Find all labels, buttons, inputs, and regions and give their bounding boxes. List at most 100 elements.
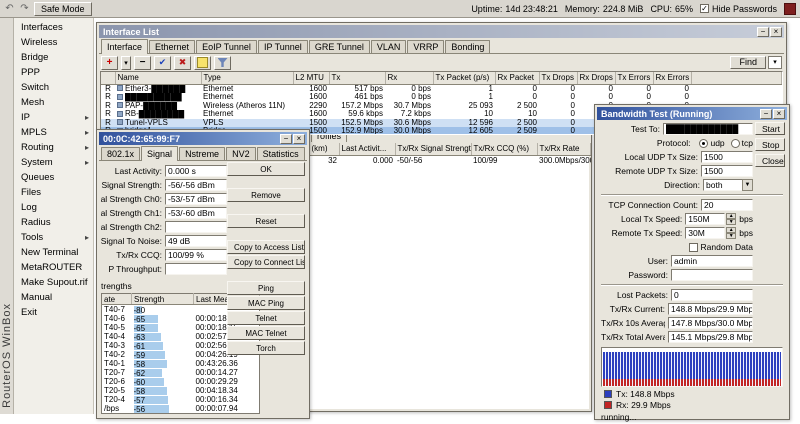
column-header[interactable]: Tx (329, 72, 385, 84)
telnet-button[interactable]: Telnet (227, 311, 305, 325)
local-tx-speed-input[interactable]: 150M (685, 213, 725, 225)
ok-button[interactable]: OK (227, 162, 305, 176)
mac-ping-button[interactable]: MAC Ping (227, 296, 305, 310)
tab-gre-tunnel[interactable]: GRE Tunnel (309, 40, 370, 53)
menu-item-ip[interactable]: IP ▸ (14, 110, 93, 125)
bandwidth-titlebar[interactable]: Bandwidth Test (Running) − × (597, 107, 787, 120)
col-strength[interactable]: Strength (132, 294, 194, 305)
interface-list-titlebar[interactable]: Interface List − × (99, 25, 784, 38)
col-km[interactable]: (km) (309, 143, 339, 155)
tcp-count-input[interactable]: 20 (701, 199, 753, 211)
enable-icon[interactable]: ✔ (154, 56, 171, 70)
ping-button[interactable]: Ping (227, 281, 305, 295)
tab-bonding[interactable]: Bonding (445, 40, 490, 53)
direction-select[interactable]: both (703, 179, 743, 191)
tab-nv2[interactable]: NV2 (226, 147, 256, 160)
menu-item-mpls[interactable]: MPLS ▸ (14, 125, 93, 140)
col-last-activity[interactable]: Last Activit... (339, 143, 395, 155)
stop-button[interactable]: Stop (755, 138, 785, 151)
tab-signal[interactable]: Signal (141, 146, 178, 161)
menu-item-mesh[interactable]: Mesh (14, 95, 93, 110)
menu-item-files[interactable]: Files (14, 185, 93, 200)
udp-radio[interactable] (699, 139, 708, 148)
safe-mode-button[interactable]: Safe Mode (34, 2, 92, 16)
minimize-button[interactable]: − (280, 134, 292, 144)
menu-item-ppp[interactable]: PPP (14, 65, 93, 80)
menu-item-wireless[interactable]: Wireless (14, 35, 93, 50)
comment-icon[interactable] (194, 56, 211, 70)
menu-item-make-supout[interactable]: Make Supout.rif (14, 275, 93, 290)
close-button[interactable]: × (773, 109, 785, 119)
menu-item-queues[interactable]: Queues (14, 170, 93, 185)
column-header[interactable]: Rx Packet (495, 72, 539, 84)
remote-tx-speed-spinner[interactable]: ▲▼ (726, 227, 736, 239)
strength-row[interactable]: T20-5 -58 00:04:18.34 (102, 386, 260, 395)
column-header[interactable]: Rx Errors (653, 72, 691, 84)
tab-vlan[interactable]: VLAN (371, 40, 407, 53)
add-icon[interactable]: + (101, 56, 118, 70)
mac-telnet-button[interactable]: MAC Telnet (227, 326, 305, 340)
menu-item-exit[interactable]: Exit (14, 305, 93, 320)
remote-tx-speed-input[interactable]: 30M (685, 227, 725, 239)
interface-row[interactable]: R ██████████ Ethernet 1600 461 bps 0 bps… (101, 93, 782, 102)
column-header[interactable]: Tx Errors (615, 72, 653, 84)
reset-button[interactable]: Reset (227, 214, 305, 228)
find-button[interactable]: Find (730, 56, 766, 69)
remove-icon[interactable]: − (134, 56, 151, 70)
column-header[interactable]: Tx Packet (p/s) (433, 72, 495, 84)
direction-dropdown-icon[interactable]: ▼ (742, 179, 753, 191)
password-input[interactable] (671, 269, 753, 281)
disable-icon[interactable]: ✖ (174, 56, 191, 70)
strength-row[interactable]: T20-6 -60 00:00:29.29 (102, 377, 260, 386)
column-header[interactable]: Rx Drops (577, 72, 615, 84)
col-rate[interactable]: ate (102, 294, 132, 305)
remove-button[interactable]: Remove (227, 188, 305, 202)
undo-icon[interactable]: ↶ (4, 3, 15, 14)
col-rate[interactable]: Tx/Rx Rate (537, 143, 591, 155)
column-header[interactable] (101, 72, 115, 84)
tab-ethernet[interactable]: Ethernet (149, 40, 195, 53)
tab-vrrp[interactable]: VRRP (407, 40, 444, 53)
strength-row[interactable]: T40-1 -58 00:43:26.36 (102, 359, 260, 368)
col-ccq[interactable]: Tx/Rx CCQ (%) (471, 143, 537, 155)
redo-icon[interactable]: ↷ (19, 3, 30, 14)
tab-statistics[interactable]: Statistics (257, 147, 305, 160)
copy-access-list-button[interactable]: Copy to Access List (227, 240, 305, 254)
local-tx-speed-spinner[interactable]: ▲▼ (726, 213, 736, 225)
strength-row[interactable]: /bps -56 00:00:07.94 (102, 404, 260, 414)
tab-8021x[interactable]: 802.1x (101, 147, 140, 160)
minimize-button[interactable]: − (757, 27, 769, 37)
random-data-checkbox[interactable] (689, 243, 698, 252)
user-input[interactable]: admin (671, 255, 753, 267)
tab-eoip-tunnel[interactable]: EoIP Tunnel (196, 40, 257, 53)
local-udp-size-input[interactable]: 1500 (701, 151, 753, 163)
column-header[interactable]: Name (115, 72, 201, 84)
find-dropdown-icon[interactable]: ▾ (768, 56, 782, 69)
hide-passwords-checkbox[interactable]: ✓ (700, 4, 709, 13)
column-header[interactable] (691, 72, 782, 84)
filter-icon[interactable] (214, 56, 231, 70)
torch-button[interactable]: Torch (227, 341, 305, 355)
menu-item-tools[interactable]: Tools ▸ (14, 230, 93, 245)
tab-interface[interactable]: Interface (101, 39, 148, 54)
menu-item-system[interactable]: System ▸ (14, 155, 93, 170)
menu-item-metarouter[interactable]: MetaROUTER (14, 260, 93, 275)
menu-item-bridge[interactable]: Bridge (14, 50, 93, 65)
menu-item-log[interactable]: Log (14, 200, 93, 215)
strength-row[interactable]: T20-7 -62 00:00:14.27 (102, 368, 260, 377)
menu-item-routing[interactable]: Routing ▸ (14, 140, 93, 155)
column-header[interactable]: Rx (385, 72, 433, 84)
col-signal-strength[interactable]: Tx/Rx Signal Strength... (395, 143, 471, 155)
menu-item-switch[interactable]: Switch (14, 80, 93, 95)
minimize-button[interactable]: − (760, 109, 772, 119)
menu-item-interfaces[interactable]: Interfaces (14, 20, 93, 35)
close-button[interactable]: × (293, 134, 305, 144)
tcp-radio[interactable] (731, 139, 740, 148)
menu-item-manual[interactable]: Manual (14, 290, 93, 305)
column-header[interactable]: L2 MTU (293, 72, 329, 84)
interface-row[interactable]: R Ether3-██████ Ethernet 1600 517 bps 0 … (101, 84, 782, 93)
menu-item-new-terminal[interactable]: New Terminal (14, 245, 93, 260)
tab-ip-tunnel[interactable]: IP Tunnel (258, 40, 308, 53)
remote-udp-size-input[interactable]: 1500 (701, 165, 753, 177)
add-dropdown-icon[interactable]: ▾ (121, 56, 131, 70)
